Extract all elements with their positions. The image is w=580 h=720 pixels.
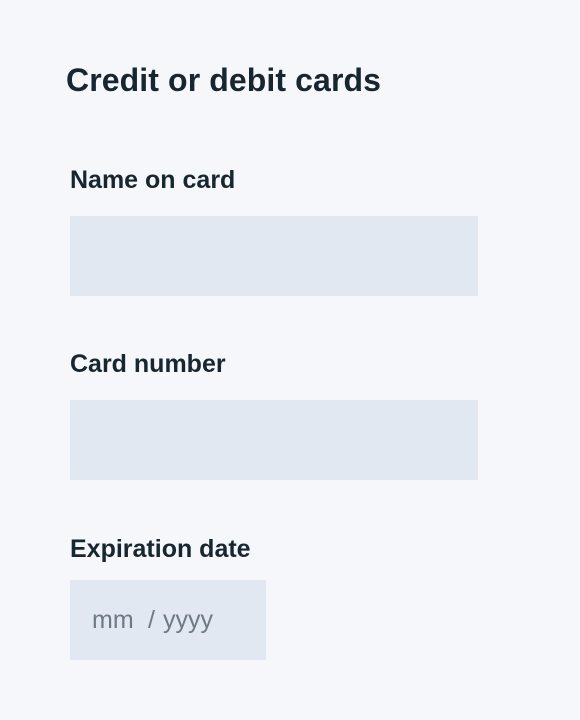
name-on-card-label: Name on card — [70, 166, 236, 194]
page-title: Credit or debit cards — [66, 62, 382, 98]
credit-card-form: Credit or debit cards Name on card Card … — [0, 0, 580, 720]
expiration-month-input[interactable] — [92, 605, 144, 635]
card-number-label: Card number — [70, 350, 226, 378]
name-on-card-input[interactable] — [70, 216, 478, 296]
expiration-year-input[interactable] — [162, 605, 233, 635]
expiration-date-label: Expiration date — [70, 535, 251, 563]
card-number-input[interactable] — [70, 400, 478, 480]
expiration-date-field[interactable]: / — [70, 580, 266, 660]
expiration-separator: / — [148, 605, 155, 634]
